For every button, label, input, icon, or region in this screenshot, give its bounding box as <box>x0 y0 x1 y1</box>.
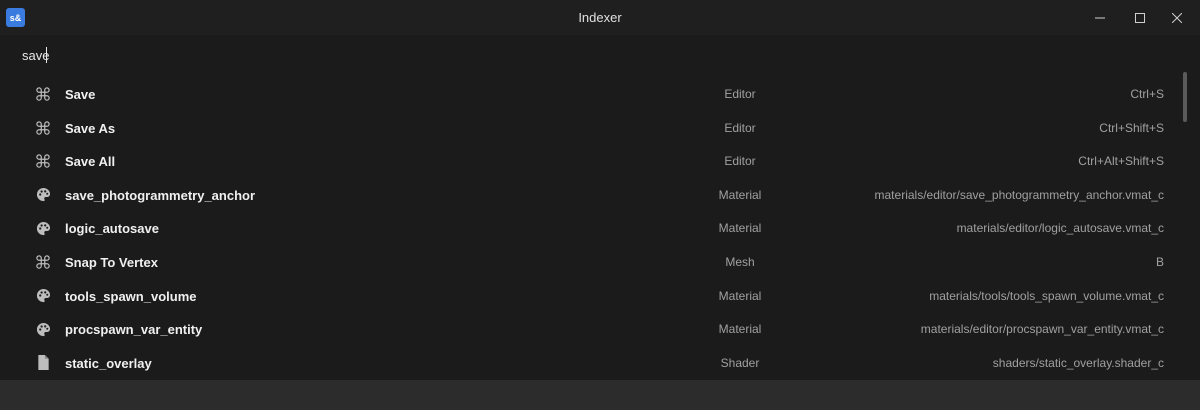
result-row[interactable]: Snap To Vertex Mesh B <box>0 245 1178 279</box>
minimize-icon <box>1095 17 1105 18</box>
palette-icon <box>35 288 51 304</box>
result-detail: materials/editor/procspawn_var_entity.vm… <box>920 322 1164 337</box>
result-name: Snap To Vertex <box>65 254 158 270</box>
result-list: Save Editor Ctrl+S Save As Editor Ctrl+Shift+… <box>0 77 1178 379</box>
result-detail: Ctrl+S <box>1130 87 1164 101</box>
result-row[interactable]: static_overlay Shader shaders/static_overl… <box>0 346 1178 379</box>
result-row[interactable]: Save Editor Ctrl+S <box>0 77 1178 111</box>
window-title: Indexer <box>578 10 622 25</box>
result-name: logic_autosave <box>65 221 159 237</box>
scrollbar-thumb[interactable] <box>1183 72 1187 122</box>
result-detail: Ctrl+Alt+Shift+S <box>1078 154 1164 169</box>
text-caret <box>46 47 47 63</box>
result-category: Material <box>718 322 762 337</box>
result-category: Mesh <box>725 254 755 269</box>
scrollbar[interactable] <box>1178 70 1200 380</box>
result-category: Material <box>718 221 762 236</box>
result-name: Save As <box>65 120 116 136</box>
result-row[interactable]: Save All Editor Ctrl+Alt+Shift+S <box>0 144 1178 178</box>
file-icon <box>35 355 51 371</box>
result-category: Material <box>718 187 762 202</box>
close-button[interactable] <box>1154 0 1200 35</box>
result-detail: shaders/static_overlay.shader_c <box>992 355 1164 370</box>
title-bar: s& Indexer <box>0 0 1200 35</box>
result-detail: Ctrl+Shift+S <box>1099 120 1164 135</box>
status-bar <box>0 380 1200 410</box>
palette-icon <box>35 220 51 236</box>
result-name: tools_spawn_volume <box>65 288 197 304</box>
result-name: save_photogrammetry_anchor <box>65 187 256 203</box>
result-row[interactable]: logic_autosave Material materials/editor/l… <box>0 211 1178 245</box>
result-row[interactable]: save_photogrammetry_anchor Material materi… <box>0 178 1178 212</box>
close-icon <box>1172 12 1182 23</box>
search-bar[interactable]: save <box>0 35 1200 75</box>
result-detail: materials/tools/tools_spawn_volume.vmat_… <box>929 288 1164 303</box>
command-icon <box>35 254 51 270</box>
result-category: Material <box>718 288 762 303</box>
result-name: procspawn_var_entity <box>65 322 203 338</box>
result-name: Save <box>65 87 96 102</box>
result-detail: materials/editor/save_photogrammetry_anc… <box>874 187 1164 202</box>
command-icon <box>35 153 51 169</box>
result-category: Shader <box>720 355 760 370</box>
maximize-icon <box>1135 12 1145 23</box>
result-detail: B <box>1155 254 1164 269</box>
result-row[interactable]: Save As Editor Ctrl+Shift+S <box>0 111 1178 145</box>
result-detail: materials/editor/logic_autosave.vmat_c <box>956 221 1164 236</box>
result-row[interactable]: procspawn_var_entity Material materials/ed… <box>0 312 1178 346</box>
palette-icon <box>35 187 51 203</box>
command-icon <box>35 86 51 102</box>
palette-icon <box>35 321 51 337</box>
command-icon <box>35 120 51 136</box>
result-category: Editor <box>724 120 756 135</box>
result-category: Editor <box>724 154 756 169</box>
result-category: Editor <box>724 87 756 101</box>
result-name: Save All <box>65 154 116 170</box>
result-name: static_overlay <box>65 355 152 371</box>
result-row[interactable]: tools_spawn_volume Material materials/tool… <box>0 279 1178 313</box>
